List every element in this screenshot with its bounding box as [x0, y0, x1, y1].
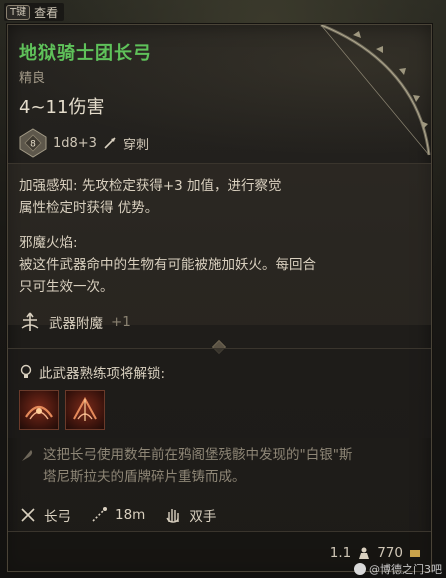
ability-fiendish-fire-title: 邪魔火焰:	[19, 235, 78, 251]
item-rarity: 精良	[19, 71, 46, 86]
d8-icon: 8	[19, 128, 47, 158]
pierce-icon	[104, 137, 116, 149]
key-badge: T键	[6, 4, 31, 20]
weapon-type-icon	[21, 508, 35, 522]
bulb-icon	[20, 364, 32, 378]
handedness: 双手	[189, 509, 217, 525]
fire-shot-icon	[25, 405, 53, 420]
gold-icon	[410, 550, 420, 557]
weapon-type: 长弓	[44, 509, 71, 525]
quill-icon	[22, 450, 33, 461]
ability-fiendish-fire-desc: 被这件武器命中的生物有可能被施加妖火。每回合 只可生效一次。	[19, 257, 316, 295]
weapon-enchantment: 武器附魔 +1	[19, 311, 131, 333]
longbow-icon	[320, 25, 431, 156]
ability-enhanced-perception: 加强感知: 先攻检定获得+3 加值，进行察觉 属性检定时获得 优势。	[19, 178, 282, 216]
dice-formula: 1d8+3	[53, 135, 97, 151]
item-weight: 1.1	[329, 545, 352, 561]
enchantment-icon	[21, 312, 39, 331]
damage-range: 4~11伤害	[19, 97, 105, 118]
watermark-logo-icon	[354, 563, 366, 575]
weapon-range: 18m	[115, 507, 146, 523]
two-hands-icon	[166, 509, 180, 523]
weight-icon	[359, 547, 370, 559]
weapon-properties: 长弓 18m 双手	[19, 505, 228, 525]
range-icon	[92, 507, 107, 522]
skill-slot-1[interactable]	[19, 390, 59, 430]
item-name: 地狱骑士团长弓	[19, 43, 152, 64]
svg-text:8: 8	[30, 140, 36, 150]
inspect-hint[interactable]: T键 查看	[4, 3, 65, 21]
damage-type: 穿刺	[122, 137, 149, 153]
inspect-label: 查看	[34, 5, 59, 20]
piercing-shot-icon	[73, 396, 97, 421]
item-tooltip: 地狱骑士团长弓 精良 4~11伤害 8 1d8+3 穿刺 加强感知: 先攻检定获…	[7, 24, 432, 572]
lore-text: 这把长弓使用数年前在鸦阁堡残骸中发现的"白银"斯 塔尼斯拉夫的盾牌碎片重铸而成。	[19, 444, 424, 488]
item-value: 770	[377, 545, 403, 561]
proficiency-unlock: 此武器熟练项将解锁:	[19, 362, 165, 382]
skill-slot-2[interactable]	[65, 390, 105, 430]
weight-value-row: 1.1 770	[330, 545, 421, 561]
watermark: @博德之门3吧	[354, 561, 442, 577]
dice-row: 8 1d8+3 穿刺	[19, 128, 149, 158]
